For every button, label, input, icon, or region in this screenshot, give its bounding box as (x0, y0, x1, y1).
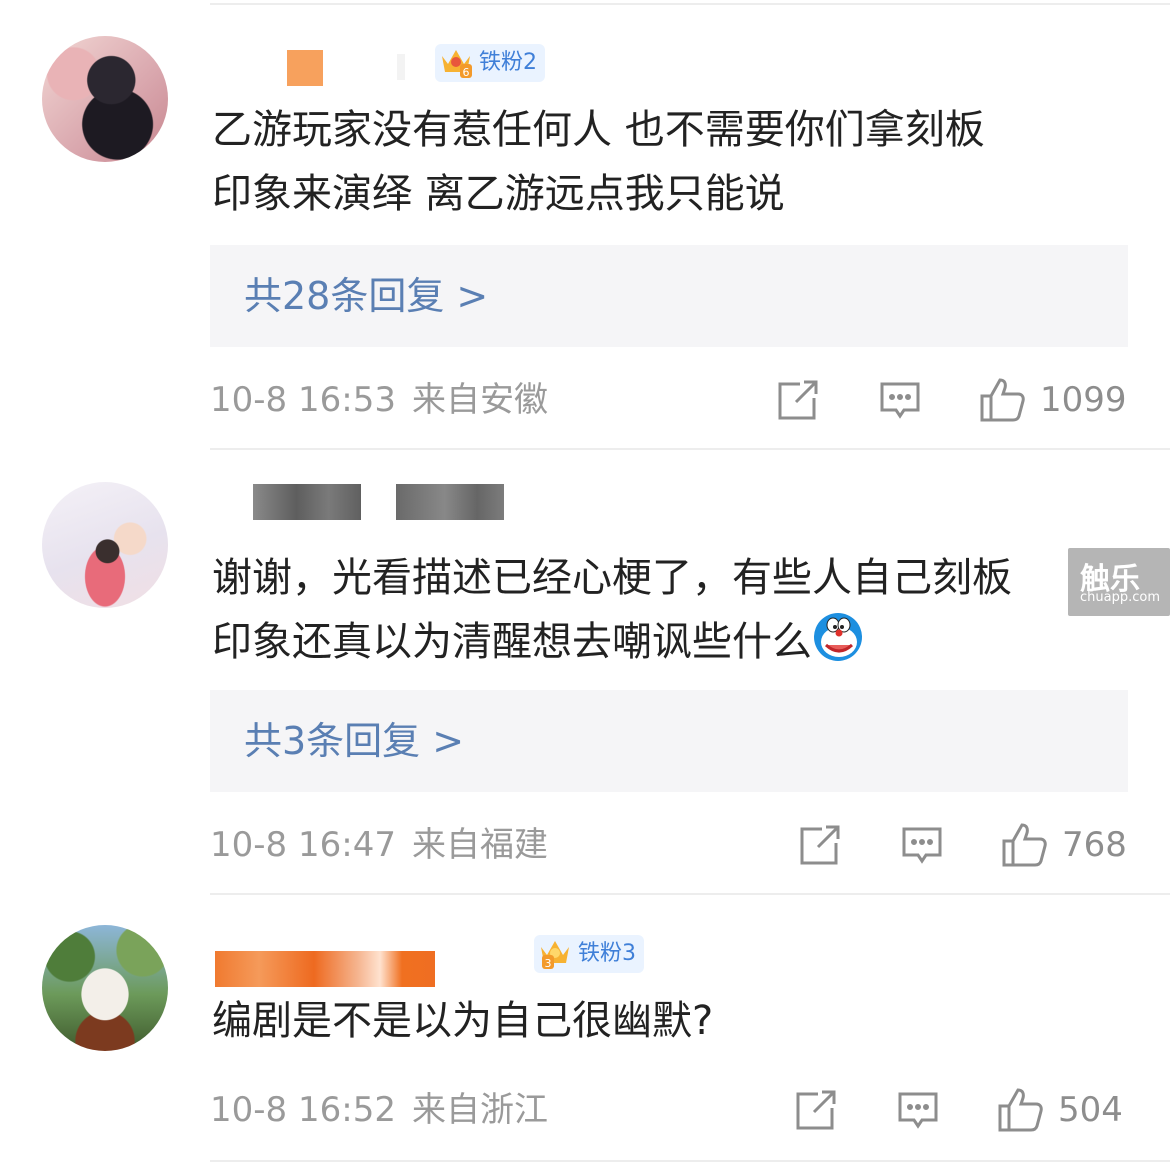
username-blurred (396, 484, 504, 520)
like-button[interactable]: 504 (996, 1085, 1123, 1135)
svg-text:6: 6 (463, 66, 470, 78)
like-button[interactable]: 1099 (978, 375, 1127, 425)
like-icon (998, 1088, 1043, 1132)
crown-icon: 6 (442, 50, 472, 78)
like-count: 1099 (1040, 380, 1127, 420)
comment-meta: 10-8 16:52 来自浙江 (210, 1085, 548, 1135)
watermark-url: chuapp.com (1080, 590, 1160, 605)
comment-text: 编剧是不是以为自己很幽默? (212, 989, 1112, 1053)
username-row[interactable] (215, 947, 535, 991)
location: 来自浙江 (411, 1090, 548, 1130)
repost-button[interactable] (794, 1085, 838, 1135)
avatar[interactable] (42, 925, 168, 1051)
comment-line: 印象还真以为清醒想去嘲讽些什么 (212, 610, 1112, 674)
fan-badge[interactable]: 6 铁粉2 (435, 44, 545, 82)
comment-icon (902, 827, 942, 864)
comment-icon (898, 1092, 938, 1129)
comment-text: 乙游玩家没有惹任何人 也不需要你们拿刻板 印象来演绎 离乙游远点我只能说 (212, 98, 1112, 226)
site-watermark: 触乐 chuapp.com (1068, 548, 1170, 616)
repost-button[interactable] (776, 375, 820, 425)
like-button[interactable]: 768 (1000, 820, 1127, 870)
username-blurred (287, 50, 323, 86)
repost-button[interactable] (798, 820, 842, 870)
comment-button[interactable] (896, 1085, 940, 1135)
like-icon (1002, 823, 1047, 867)
timestamp: 10-8 16:52 (210, 1090, 396, 1130)
comment-item: 谢谢，光看描述已经心梗了，有些人自己刻板 印象还真以为清醒想去嘲讽些什么 共3条… (0, 450, 1170, 895)
avatar[interactable] (42, 482, 168, 608)
comment-line: 编剧是不是以为自己很幽默? (212, 998, 714, 1044)
comment-line: 乙游玩家没有惹任何人 也不需要你们拿刻板 (212, 107, 985, 153)
comment-button[interactable] (878, 375, 922, 425)
replies-label: 共28条回复 > (244, 274, 489, 318)
like-count: 768 (1062, 825, 1127, 865)
bottom-divider (210, 1160, 1170, 1162)
repost-icon (800, 825, 840, 865)
username-blurred (253, 484, 361, 520)
timestamp: 10-8 16:47 (210, 825, 396, 865)
comment-item: 3 铁粉3 编剧是不是以为自己很幽默? 10-8 16:52 来自浙江 504 (0, 895, 1170, 1167)
comment-button[interactable] (900, 820, 944, 870)
replies-label: 共3条回复 > (244, 719, 465, 763)
badge-label: 铁粉3 (578, 941, 636, 966)
timestamp: 10-8 16:53 (210, 380, 396, 420)
comment-line: 印象来演绎 离乙游远点我只能说 (212, 171, 785, 217)
comment-meta: 10-8 16:47 来自福建 (210, 820, 548, 870)
username-row[interactable] (215, 482, 575, 526)
username-blurred-tail (397, 54, 405, 80)
doraemon-emoji (814, 613, 862, 661)
crown-icon: 3 (541, 941, 569, 969)
replies-link[interactable]: 共28条回复 > (210, 245, 1128, 347)
comment-meta: 10-8 16:53 来自安徽 (210, 375, 548, 425)
repost-icon (778, 380, 818, 420)
comment-line-text: 印象还真以为清醒想去嘲讽些什么 (212, 619, 812, 665)
fan-badge[interactable]: 3 铁粉3 (534, 935, 644, 973)
comment-item: 6 铁粉2 乙游玩家没有惹任何人 也不需要你们拿刻板 印象来演绎 离乙游远点我只… (0, 0, 1170, 450)
location: 来自安徽 (411, 380, 548, 420)
comment-line: 谢谢，光看描述已经心梗了，有些人自己刻板 (212, 555, 1012, 601)
comment-icon (880, 382, 920, 419)
like-count: 504 (1058, 1090, 1123, 1130)
location: 来自福建 (411, 825, 548, 865)
replies-link[interactable]: 共3条回复 > (210, 690, 1128, 792)
svg-text:3: 3 (545, 957, 552, 969)
avatar[interactable] (42, 36, 168, 162)
repost-icon (796, 1090, 836, 1130)
like-icon (980, 378, 1025, 422)
comment-text: 谢谢，光看描述已经心梗了，有些人自己刻板 印象还真以为清醒想去嘲讽些什么 (212, 546, 1112, 674)
badge-label: 铁粉2 (479, 50, 537, 75)
username-blurred (215, 951, 435, 987)
